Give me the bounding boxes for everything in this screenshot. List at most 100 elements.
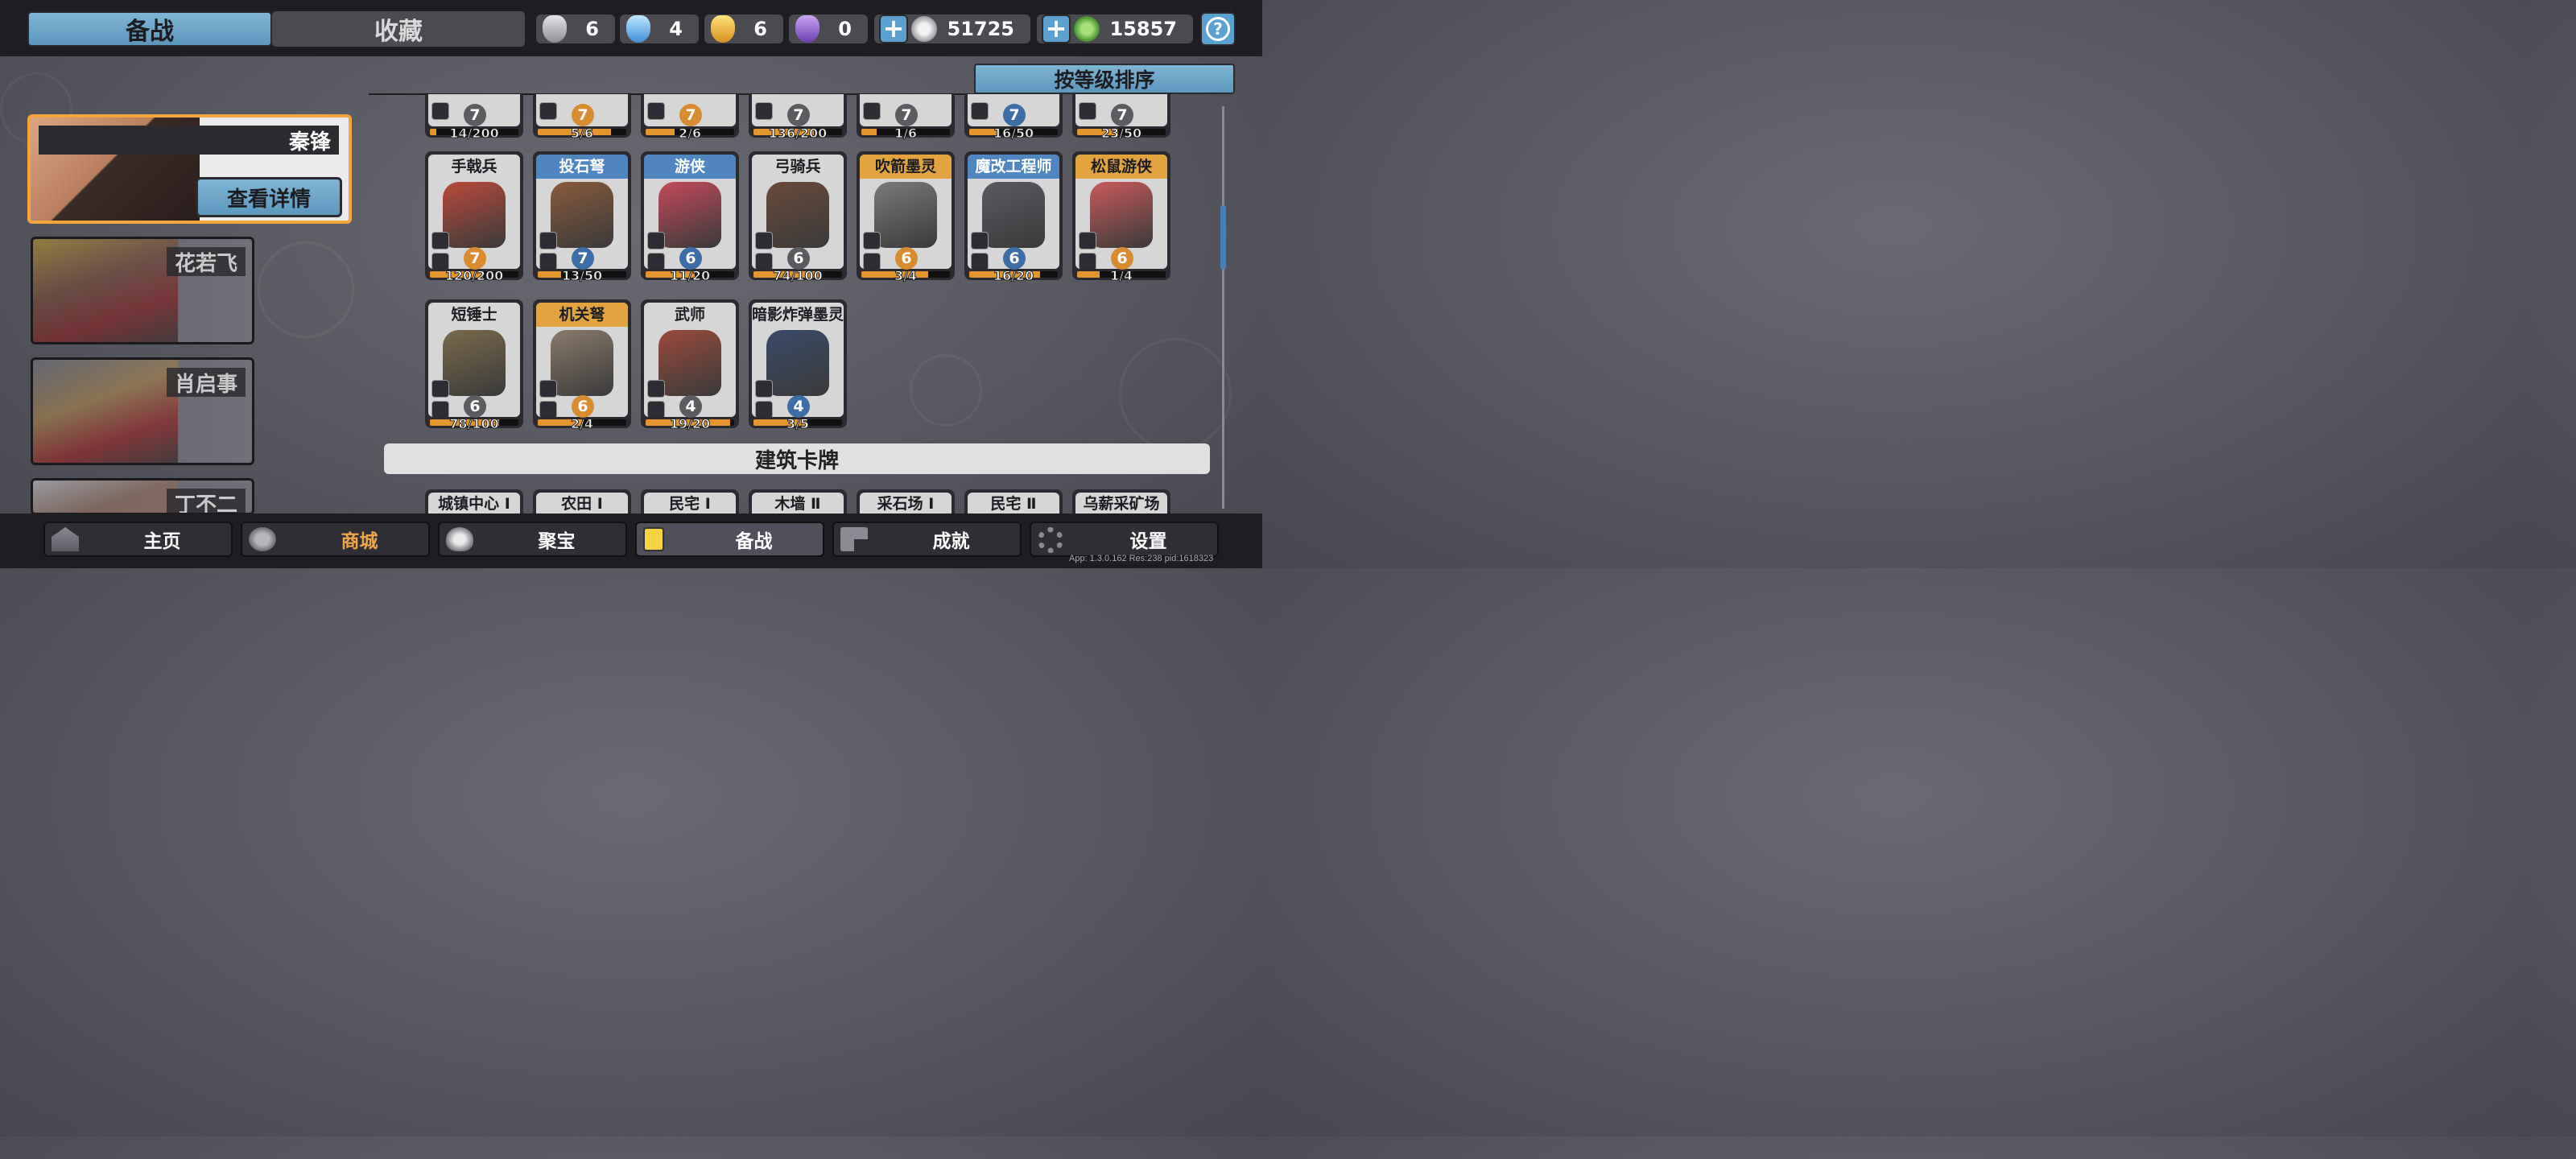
unit-card[interactable]: 游侠 6 11/20	[641, 151, 739, 284]
building-card[interactable]: 民宅 Ⅰ	[641, 489, 739, 517]
unit-card[interactable]: 吹箭墨灵 6 3/4	[857, 151, 955, 284]
progress-text: 74/100	[773, 268, 824, 284]
skill-icon	[431, 232, 449, 250]
unit-card[interactable]: 魔改工程师 6 16/20	[964, 151, 1063, 284]
scrollbar-thumb[interactable]	[1220, 205, 1226, 270]
building-card[interactable]: 民宅 Ⅱ	[964, 489, 1063, 517]
hero-card[interactable]: 肖启事	[31, 357, 254, 465]
trait-icon	[539, 401, 557, 417]
progress-text: 78/100	[449, 416, 500, 432]
nav-shop[interactable]: 商城	[241, 522, 430, 557]
unit-card-partial[interactable]: 7 1/6	[857, 94, 955, 142]
nav-treasure[interactable]: 聚宝	[438, 522, 627, 557]
scrollbar-track[interactable]	[1222, 106, 1224, 509]
nav-settings[interactable]: 设置	[1030, 522, 1219, 557]
progress-text: 1/4	[1109, 268, 1133, 284]
nav-label: 成就	[932, 531, 970, 552]
unit-name: 魔改工程师	[968, 155, 1059, 179]
skill-icon	[647, 102, 665, 120]
hero-portrait	[33, 481, 178, 513]
coins-icon	[249, 527, 276, 551]
nav-label: 主页	[143, 531, 181, 552]
unit-card[interactable]: 投石弩 7 13/50	[533, 151, 631, 284]
skill-icon	[755, 102, 773, 120]
building-card[interactable]: 采石场 Ⅰ	[857, 489, 955, 517]
hero-name: 花若飞	[166, 247, 246, 276]
nav-label: 备战	[735, 531, 773, 552]
building-card[interactable]: 农田 Ⅰ	[533, 489, 631, 517]
building-card[interactable]: 木墙 Ⅱ	[749, 489, 847, 517]
version-text: App: 1.3.0.162 Res:238 pid:1618323	[1069, 554, 1214, 563]
jade-coin-icon	[1074, 16, 1100, 42]
building-card[interactable]: 乌薪采矿场	[1072, 489, 1170, 517]
skill-icon	[755, 380, 773, 398]
hero-name: 丁不二	[166, 489, 246, 513]
skill-icon	[863, 102, 881, 120]
resource-value: 0	[838, 18, 852, 40]
progress-text: 136/200	[768, 126, 828, 142]
skill-icon	[1079, 232, 1096, 250]
unit-card[interactable]: 武师 4 19/20	[641, 299, 739, 432]
unit-card-partial[interactable]: 7 5/6	[533, 94, 631, 142]
unit-card[interactable]: 松鼠游侠 6 1/4	[1072, 151, 1170, 284]
resource-silver-badge: 6	[536, 14, 615, 43]
hero-card[interactable]: 花若飞	[31, 237, 254, 344]
unit-card[interactable]: 手戟兵 7 120/200	[425, 151, 523, 284]
unit-card[interactable]: 短锤士 6 78/100	[425, 299, 523, 432]
skill-icon	[431, 380, 449, 398]
unit-portrait	[551, 330, 613, 396]
unit-card-partial[interactable]: 7 16/50	[964, 94, 1063, 142]
hero-card-selected[interactable]: 秦锋 查看详情	[27, 114, 352, 224]
trait-icon	[755, 253, 773, 269]
trait-icon	[647, 253, 665, 269]
sort-by-level-button[interactable]: 按等级排序	[974, 64, 1235, 94]
tab-prepare[interactable]: 备战	[27, 11, 272, 47]
view-details-button[interactable]: 查看详情	[196, 177, 342, 217]
unit-card-partial[interactable]: 7 14/200	[425, 94, 523, 142]
progress-text: 19/20	[669, 416, 711, 432]
progress-text: 3/4	[894, 268, 918, 284]
skill-icon	[863, 232, 881, 250]
crystal-badge-icon	[626, 15, 650, 43]
trait-icon	[971, 253, 989, 269]
unit-name: 暗影炸弹墨灵	[752, 306, 844, 324]
unit-name: 投石弩	[536, 155, 628, 179]
progress-text: 2/6	[678, 126, 702, 142]
level-badge: 6	[787, 247, 810, 270]
level-badge: 7	[464, 247, 486, 270]
progress-text: 11/20	[669, 268, 711, 284]
nav-prepare[interactable]: 备战	[635, 522, 824, 557]
skill-icon	[1079, 102, 1096, 120]
building-card[interactable]: 城镇中心 Ⅰ	[425, 489, 523, 517]
add-jade-button[interactable]: +	[1042, 14, 1071, 43]
progress-text: 14/200	[449, 126, 500, 142]
unit-card-partial[interactable]: 7 2/6	[641, 94, 739, 142]
resource-gold-badge: 6	[704, 14, 783, 43]
level-badge: 7	[679, 104, 702, 126]
unit-card[interactable]: 机关弩 6 2/4	[533, 299, 631, 432]
progress-text: 3/5	[786, 416, 810, 432]
tab-collection[interactable]: 收藏	[272, 11, 525, 47]
hero-portrait	[33, 239, 178, 342]
hero-card[interactable]: 丁不二	[31, 478, 254, 515]
add-silver-button[interactable]: +	[879, 14, 908, 43]
nav-home[interactable]: 主页	[43, 522, 233, 557]
building-cards-header: 建筑卡牌	[384, 443, 1210, 474]
help-button[interactable]: ?	[1200, 12, 1236, 46]
unit-card-partial[interactable]: 7 23/50	[1072, 94, 1170, 142]
skill-icon	[647, 232, 665, 250]
level-badge: 7	[572, 104, 594, 126]
unit-card[interactable]: 弓骑兵 6 74/100	[749, 151, 847, 284]
hero-name: 秦锋	[39, 126, 339, 155]
unit-name: 手戟兵	[451, 158, 497, 175]
nav-achievement[interactable]: 成就	[832, 522, 1022, 557]
hero-portrait	[33, 360, 178, 463]
resource-value: 6	[585, 18, 599, 40]
level-badge: 4	[679, 395, 702, 418]
unit-card[interactable]: 暗影炸弹墨灵 4 3/5	[749, 299, 847, 432]
progress-text: 1/6	[894, 126, 918, 142]
unit-name: 短锤士	[451, 306, 497, 324]
unit-card-partial[interactable]: 7 136/200	[749, 94, 847, 142]
trait-icon	[539, 253, 557, 269]
trait-icon	[1079, 253, 1096, 269]
